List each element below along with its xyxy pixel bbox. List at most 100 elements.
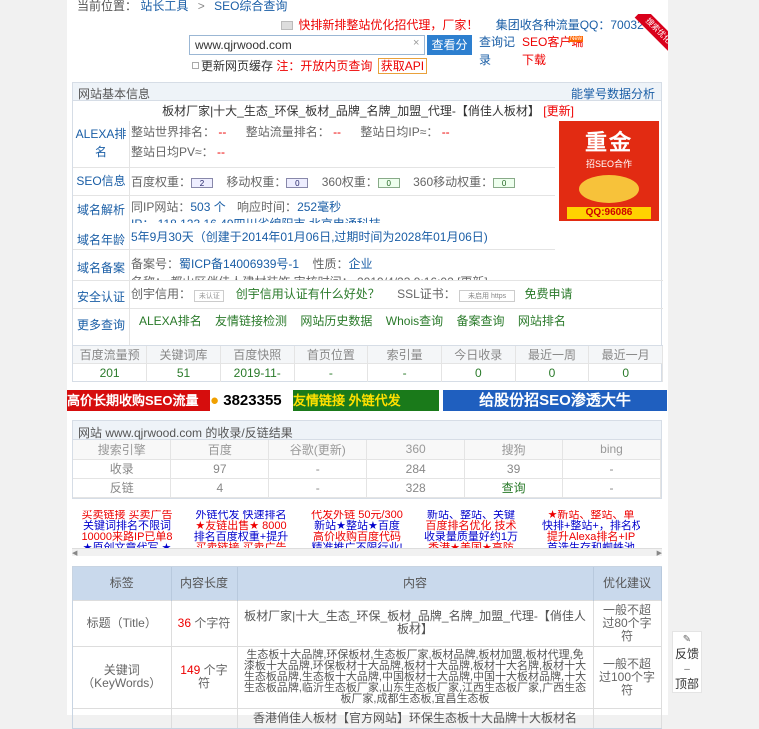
basic-info-panel: 网站基本信息 能掌号数据分析 板材厂家|十大_生态_环保_板材_品牌_名牌_加盟… bbox=[72, 82, 663, 382]
inner-page-note: 注：开放内页查询 bbox=[276, 59, 373, 73]
query-record-link[interactable]: 查询记录 bbox=[479, 33, 519, 69]
stats-value[interactable]: 0 bbox=[588, 363, 663, 382]
promo-link[interactable]: 快排新排整站优化招代理，厂家！ bbox=[298, 18, 478, 32]
side-float-bar: ✎ 反馈 – 顶部 bbox=[672, 631, 702, 693]
table-row: 收录 97 - 284 39 - bbox=[73, 459, 661, 479]
divider bbox=[129, 121, 130, 345]
stats-table: 百度流量预 关键词库 百度快照 首页位置 索引量 今日收录 最近一周 最近一月 … bbox=[73, 345, 663, 382]
stats-value[interactable]: 51 bbox=[146, 363, 221, 382]
table-row: 香港俏佳人板材【官方网站】环保生态板十大品牌十大板材名 bbox=[73, 707, 662, 728]
table-row: 关键词（KeyWords） 149 个字符 生态板十大品牌,环保板材,生态板厂家… bbox=[73, 645, 662, 708]
table-row: 标题（Title） 36 个字符 板材厂家|十大_生态_环保_板材_品牌_名牌_… bbox=[73, 599, 662, 646]
domain-search-input[interactable] bbox=[189, 35, 425, 55]
360-mobile-weight-icon: 0 bbox=[493, 178, 516, 188]
label-icp[interactable]: 域名备案 bbox=[73, 259, 129, 277]
icp-more: 名称： 都山区俏佳人建材装饰 审核时间： 2019/4/23 9:16:02 [… bbox=[131, 273, 488, 280]
stats-header: 首页位置 bbox=[294, 346, 369, 364]
more-link-history[interactable]: 网站历史数据 bbox=[300, 314, 372, 328]
label-dns[interactable]: 域名解析 bbox=[73, 201, 129, 219]
divider bbox=[73, 167, 555, 168]
site-title: 板材厂家|十大_生态_环保_板材_品牌_名牌_加盟_代理-【俏佳人板材】 [更新… bbox=[162, 104, 574, 118]
divider bbox=[73, 195, 555, 196]
seo-header: 内容 bbox=[237, 567, 594, 600]
corner-badge[interactable]: 搜索优化 bbox=[626, 14, 668, 56]
more-links-row: ALEXA排名 友情链接检测 网站历史数据 Whois查询 备案查询 网站排名 bbox=[139, 312, 566, 329]
qq-link[interactable]: 集团收各种流量QQ：70032 bbox=[496, 18, 644, 32]
index-backlink-table: 网站 www.qjrwood.com 的收录/反链结果 搜索引擎 百度 谷歌(更… bbox=[72, 420, 662, 499]
scroll-right-icon[interactable]: ▶ bbox=[657, 549, 662, 557]
label-auth[interactable]: 安全认证 bbox=[73, 288, 129, 306]
baidu-weight-icon: 2 bbox=[191, 178, 214, 188]
query-button[interactable]: 查看分析 bbox=[427, 35, 472, 72]
get-api-button[interactable]: 获取API bbox=[377, 58, 428, 74]
stats-value[interactable]: 201 bbox=[73, 363, 148, 382]
ads-scrollbar[interactable]: ◀ ▶ bbox=[72, 548, 662, 557]
options-row: 更新网页缓存 注：开放内页查询 获取API bbox=[192, 57, 428, 74]
stats-header: 今日收录 bbox=[441, 346, 516, 364]
scroll-left-icon[interactable]: ◀ bbox=[72, 549, 77, 557]
alexa-row-2: 整站日均PV≈： -- bbox=[131, 145, 225, 159]
label-alexa[interactable]: ALEXA排名 bbox=[73, 125, 129, 161]
update-link[interactable]: [更新] bbox=[543, 104, 574, 118]
coins-image bbox=[579, 175, 639, 203]
data-analysis-link[interactable]: 能掌号数据分析 bbox=[571, 85, 655, 102]
panel-header: 网站基本信息 能掌号数据分析 bbox=[73, 83, 661, 101]
ad-banner-seo-traffic[interactable]: 高价长期收购SEO流量 bbox=[67, 390, 210, 411]
credit-info-link[interactable]: 创宇信用认证有什么好处？ bbox=[236, 287, 380, 301]
col-header[interactable]: 谷歌(更新) bbox=[268, 440, 368, 460]
label-seo[interactable]: SEO信息 bbox=[73, 172, 129, 190]
stats-header: 最近一月 bbox=[588, 346, 663, 364]
domain-age: 5年9月30天（创建于2014年01月06日,过期时间为2028年01月06日) bbox=[131, 230, 488, 244]
stats-value[interactable]: 0 bbox=[441, 363, 516, 382]
breadcrumb-item-seo[interactable]: SEO综合查询 bbox=[214, 0, 287, 13]
collection-title: 网站 www.qjrwood.com 的收录/反链结果 bbox=[73, 421, 661, 440]
new-tag: New bbox=[569, 36, 584, 42]
more-link-alexa[interactable]: ALEXA排名 bbox=[139, 314, 202, 328]
ad-banner-qq[interactable]: ● 3823355 bbox=[210, 390, 290, 411]
separator: – bbox=[684, 664, 690, 675]
stats-value[interactable]: 2019-11- bbox=[220, 363, 295, 382]
edit-icon: ✎ bbox=[682, 634, 692, 645]
label-more[interactable]: 更多查询 bbox=[73, 316, 129, 334]
alexa-row-1: 整站世界排名： -- 整站流量排名： -- 整站日均IP≈： -- bbox=[131, 125, 450, 139]
clear-icon[interactable]: × bbox=[413, 37, 419, 49]
col-header: 搜狗 bbox=[464, 440, 564, 460]
divider bbox=[73, 308, 663, 309]
refresh-label: 更新网页缓存 bbox=[201, 59, 274, 73]
ad-icon bbox=[281, 21, 293, 30]
more-link-rank[interactable]: 网站排名 bbox=[518, 314, 566, 328]
360-weight-icon: 0 bbox=[377, 178, 400, 188]
table-row: 反链 4 - 328 查询 - bbox=[73, 478, 661, 498]
breadcrumb-label: 当前位置： bbox=[77, 0, 138, 13]
seo-header: 标签 bbox=[73, 567, 172, 600]
stats-header: 索引量 bbox=[367, 346, 442, 364]
stats-header: 百度流量预 bbox=[73, 346, 148, 364]
stats-value: - bbox=[367, 363, 442, 382]
stats-header: 关键词库 bbox=[146, 346, 221, 364]
back-to-top-button[interactable]: 顶部 bbox=[673, 677, 701, 692]
breadcrumb: 当前位置： 站长工具 > SEO综合查询 bbox=[77, 0, 287, 14]
seo-weights-row: 百度权重： 2 移动权重： 0 360权重： 0 360移动权重： 0 bbox=[131, 173, 516, 190]
label-age[interactable]: 域名年龄 bbox=[73, 231, 129, 249]
ad-banner-friendlink[interactable]: 友情链接 外链代发 bbox=[293, 390, 439, 411]
credit-badge-icon: 未认证 bbox=[194, 290, 225, 302]
ad-banner-right[interactable]: 重金 招SEO合作 QQ:96086 bbox=[559, 121, 659, 221]
seo-header: 内容长度 bbox=[171, 567, 238, 600]
stats-value[interactable]: 0 bbox=[515, 363, 590, 382]
divider bbox=[73, 280, 663, 281]
icp-row: 备案号：蜀ICP备14006939号-1 性质：企业 bbox=[131, 257, 373, 271]
stats-value: - bbox=[294, 363, 369, 382]
more-link-icp[interactable]: 备案查询 bbox=[456, 314, 504, 328]
ssl-apply-link[interactable]: 免费申请 bbox=[524, 287, 572, 301]
mobile-weight-icon: 0 bbox=[286, 178, 309, 188]
auth-row: 创宇信用： 未认证 创宇信用认证有什么好处？ SSL证书： 未启用 https … bbox=[131, 287, 573, 302]
stats-header: 百度快照 bbox=[220, 346, 295, 364]
ad-banner-recruit[interactable]: 给股份招SEO渗透大牛 bbox=[443, 390, 667, 411]
more-link-friendlink[interactable]: 友情链接检测 bbox=[215, 314, 287, 328]
refresh-checkbox[interactable] bbox=[192, 62, 199, 69]
feedback-button[interactable]: 反馈 bbox=[673, 647, 701, 662]
dns-row: 同IP网站：503 个 响应时间：252毫秒 bbox=[131, 200, 342, 214]
more-link-whois[interactable]: Whois查询 bbox=[386, 314, 443, 328]
breadcrumb-item-tools[interactable]: 站长工具 bbox=[140, 0, 188, 13]
top-promo-line: 快排新排整站优化招代理，厂家！ 集团收各种流量QQ：70032 bbox=[281, 16, 644, 33]
